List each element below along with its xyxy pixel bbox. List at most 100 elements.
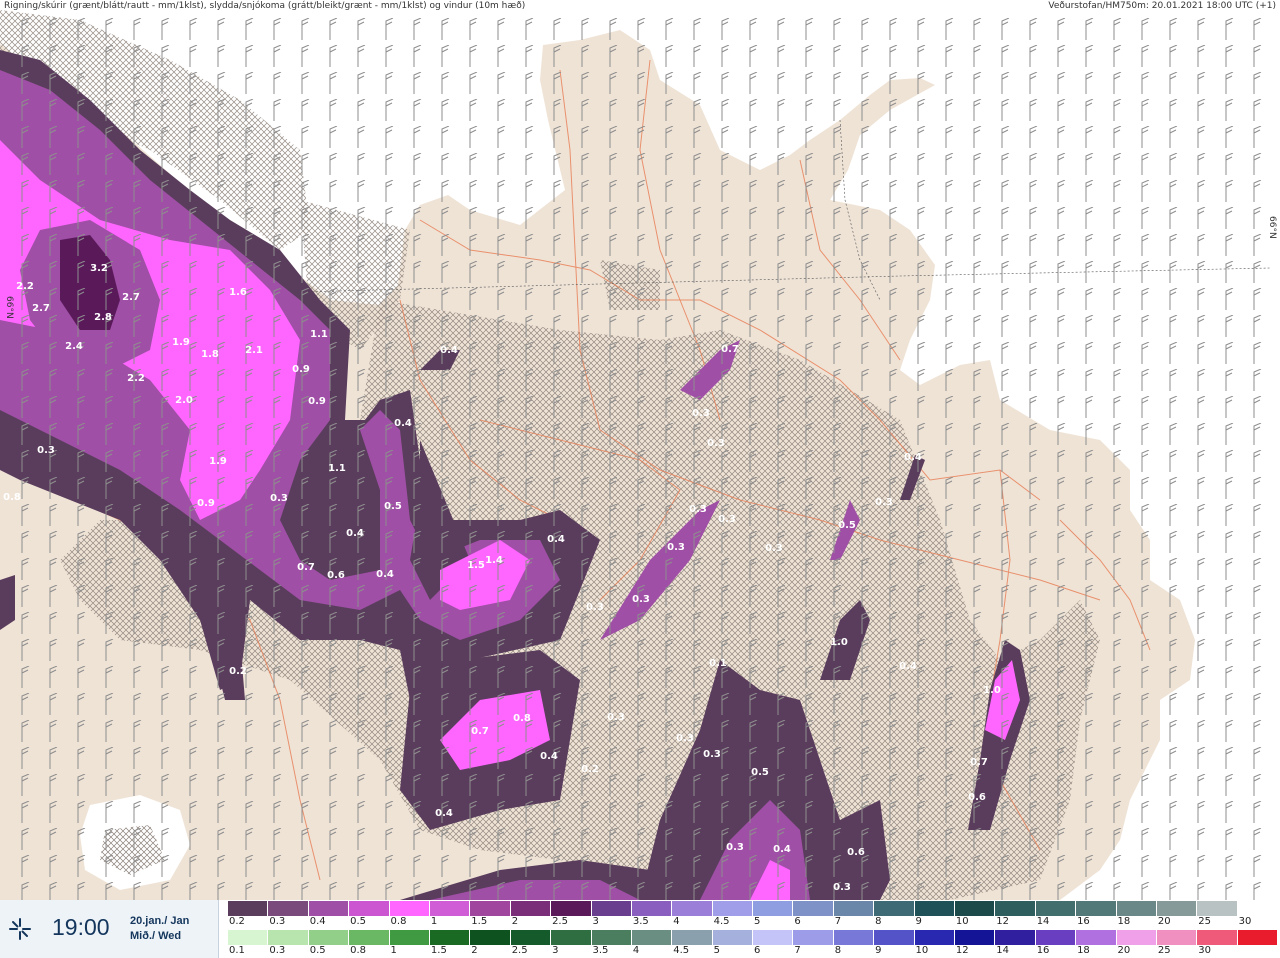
legend-swatch (510, 901, 552, 916)
legend-swatch (914, 930, 956, 945)
legend-tick-label: 30 (1238, 916, 1252, 927)
legend-swatch (1076, 930, 1117, 945)
precip-value-label: 0.4 (773, 844, 791, 855)
legend-swatch (955, 930, 996, 945)
time-step-icon[interactable] (9, 918, 31, 940)
precipitation-map[interactable]: 3.2 2.2 2.7 2.8 2.7 2.4 1.6 1.1 1.9 1.8 2.1 0.9 2.2 2… (0, 0, 1280, 900)
legend-tick-label: 0.8 (390, 916, 407, 927)
precip-value-label: 1.0 (830, 637, 848, 648)
precip-value-label: 2.2 (127, 373, 145, 384)
legend-swatch (510, 930, 552, 945)
legend-tick-label: 1 (390, 945, 397, 956)
legend-swatch (1197, 901, 1238, 916)
precip-value-label: 0.4 (899, 661, 917, 672)
legend-swatch (833, 930, 875, 945)
legend-tick-label: 10 (955, 916, 969, 927)
legend-tick-label: 0.2 (229, 916, 245, 927)
legend-tick-label: 6 (794, 916, 801, 927)
forecast-time: 19:00 (52, 914, 110, 940)
precip-value-label: 0.3 (765, 543, 783, 554)
legend-swatch (1237, 901, 1279, 916)
legend-snow-ticks: 0.2 0.3 0.4 0.5 0.8 1 1.5 2 2.5 3 3.5 4 4.5 5 6 7 8 9 10 12… (228, 916, 1278, 928)
precip-value-label: 0.3 (676, 733, 694, 744)
precip-value-label: 0.2 (581, 764, 599, 775)
precip-value-label: 0.3 (586, 602, 604, 613)
latitude-label-left: 66°N (4, 296, 14, 319)
legend-swatch (429, 901, 471, 916)
legend-tick-label: 1.5 (430, 945, 447, 956)
legend-tick-label: 18 (1117, 916, 1131, 927)
header-description: Rigning/skúrir (grænt/blátt/rautt - mm/1… (4, 1, 526, 11)
precip-value-label: 0.5 (751, 767, 769, 778)
legend-tick-label: 0.5 (309, 945, 326, 956)
precip-value-label: 0.3 (270, 493, 288, 504)
legend-tick-label: 0.8 (350, 945, 367, 956)
precip-value-label: 0.6 (968, 792, 986, 803)
legend-swatch (1035, 930, 1077, 945)
precip-value-label: 0.2 (229, 666, 247, 677)
precip-value-label: 0.3 (703, 749, 721, 760)
precip-value-label: 0.5 (838, 520, 856, 531)
legend-swatch (833, 901, 875, 916)
precip-value-label: 0.3 (875, 497, 893, 508)
legend-tick-label: 5 (754, 916, 761, 927)
legend-swatch (1035, 901, 1077, 916)
precip-value-label: 0.4 (440, 345, 458, 356)
color-legend: 0.2 0.3 0.4 0.5 0.8 1 1.5 2 2.5 3 3.5 4 4.5 5 6 7 8 9 10 12… (228, 900, 1279, 958)
legend-swatch (429, 930, 471, 945)
legend-tick-label: 3.5 (632, 916, 649, 927)
legend-tick-label: 3 (592, 916, 599, 927)
legend-tick-label: 7 (794, 945, 801, 956)
legend-swatch (672, 901, 713, 916)
legend-swatch (1237, 930, 1279, 945)
header-source-timestamp: Veðurstofan/HM750m: 20.01.2021 18:00 UTC… (1048, 1, 1276, 11)
precip-value-label: 2.7 (122, 292, 140, 303)
forecast-weekday: Mið./ Wed (130, 930, 182, 942)
precip-value-label: 0.4 (435, 808, 453, 819)
legend-swatch (631, 901, 673, 916)
legend-tick-label: 4.5 (673, 945, 690, 956)
precip-value-label: 0.3 (689, 504, 707, 515)
legend-swatch (1156, 901, 1198, 916)
legend-tick-label: 0.5 (350, 916, 367, 927)
precip-value-label: 0.5 (384, 501, 402, 512)
forecast-map-view: 3.2 2.2 2.7 2.8 2.7 2.4 1.6 1.1 1.9 1.8 2.1 0.9 2.2 2… (0, 0, 1280, 958)
legend-tick-label: 0.3 (269, 945, 286, 956)
precip-value-label: 2.0 (175, 395, 193, 406)
legend-swatch (1116, 930, 1157, 945)
legend-tick-label: 8 (834, 945, 842, 956)
legend-swatch (672, 930, 713, 945)
legend-swatch (349, 901, 390, 916)
precip-value-label: 1.1 (328, 463, 346, 474)
precip-value-label: 3.2 (90, 263, 108, 274)
legend-tick-label: 25 (1198, 916, 1211, 927)
legend-tick-label: 1 (430, 916, 438, 927)
precip-value-label: 0.6 (327, 570, 345, 581)
legend-swatch (793, 930, 834, 945)
legend-swatch (712, 930, 754, 945)
legend-swatch (874, 930, 915, 945)
precip-value-label: 1.1 (310, 329, 328, 340)
precip-value-label: 0.8 (3, 492, 21, 503)
precip-value-label: 0.3 (692, 408, 710, 419)
precip-value-label: 0.7 (970, 757, 988, 768)
footer-bar: 19:00 20.jan./ Jan Mið./ Wed 0.2 0.3 0.4 0.… (0, 900, 1280, 958)
legend-tick-label: 20 (1117, 945, 1131, 956)
precip-value-label: 2.7 (32, 303, 50, 314)
precip-value-label: 1.0 (983, 685, 1001, 696)
precip-value-label: 0.3 (667, 542, 685, 553)
precip-value-label: 2.2 (16, 281, 34, 292)
legend-swatch (591, 930, 632, 945)
legend-tick-label: 16 (1036, 945, 1050, 956)
legend-tick-label: 14 (1036, 916, 1050, 927)
time-panel[interactable]: 19:00 20.jan./ Jan Mið./ Wed (0, 900, 219, 958)
legend-tick-label: 5 (713, 945, 720, 956)
legend-swatch (308, 930, 350, 945)
precip-value-label: 2.1 (245, 345, 263, 356)
precip-value-label: 0.7 (297, 562, 315, 573)
legend-tick-label: 2.5 (552, 916, 568, 927)
precip-value-label: 0.7 (721, 344, 739, 355)
legend-tick-label: 8 (875, 916, 882, 927)
precip-value-label: 0.1 (709, 658, 727, 669)
legend-tick-label: 4 (673, 916, 680, 927)
